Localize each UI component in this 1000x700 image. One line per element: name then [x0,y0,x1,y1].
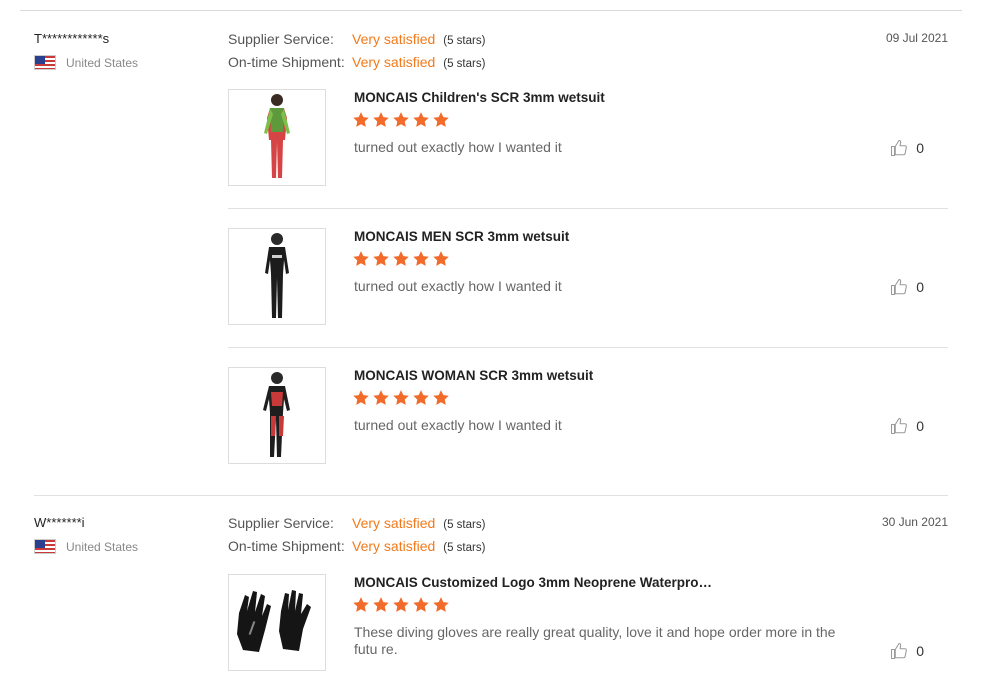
on-time-shipment-label: On-time Shipment: [228,54,345,70]
like-count: 0 [916,418,924,434]
star-icon [353,112,369,127]
like-button[interactable]: 0 [890,642,924,660]
us-flag-icon [34,55,56,70]
item-title[interactable]: MONCAIS WOMAN SCR 3mm wetsuit [354,368,593,383]
star-icon [393,597,409,612]
on-time-shipment-stars: (5 stars) [443,58,486,70]
star-icon [413,390,429,405]
star-icon [373,251,389,266]
on-time-shipment-rating: On-time Shipment: Very satisfied (5 star… [228,538,485,554]
star-icon [413,251,429,266]
star-icon [373,390,389,405]
supplier-service-rating: Supplier Service: Very satisfied (5 star… [228,31,485,47]
star-icon [373,112,389,127]
review-date: 09 Jul 2021 [885,31,948,45]
on-time-shipment-stars: (5 stars) [443,542,486,554]
supplier-service-stars: (5 stars) [443,519,486,531]
star-rating [352,111,450,129]
item-title[interactable]: MONCAIS Customized Logo 3mm Neoprene Wat… [354,575,712,590]
supplier-service-value: Very satisfied [352,515,436,531]
on-time-shipment-label: On-time Shipment: [228,538,345,554]
reviewer-name: T************s [34,31,110,46]
star-icon [373,597,389,612]
star-icon [393,251,409,266]
star-icon [433,251,449,266]
star-icon [413,112,429,127]
like-button[interactable]: 0 [890,417,924,435]
star-icon [353,597,369,612]
country-label: United States [66,539,139,554]
like-count: 0 [916,140,924,156]
thumbs-up-icon [891,278,908,296]
star-icon [393,112,409,127]
star-icon [433,390,449,405]
thumbs-up-icon [891,417,908,435]
country-label: United States [66,55,139,70]
supplier-service-label: Supplier Service: [228,515,334,531]
review-text: These diving gloves are really great qua… [354,624,836,657]
item-divider [228,208,948,209]
star-icon [393,390,409,405]
item-divider [228,347,948,348]
woman-wetsuit-icon[interactable] [228,367,326,464]
child-wetsuit-icon[interactable] [228,89,326,186]
star-rating [352,389,450,407]
star-icon [353,251,369,266]
review-date: 30 Jun 2021 [881,515,948,529]
supplier-service-rating: Supplier Service: Very satisfied (5 star… [228,515,485,531]
top-divider [20,10,962,11]
review-text: turned out exactly how I wanted it [354,139,562,155]
star-icon [353,390,369,405]
like-count: 0 [916,643,924,659]
gloves-icon[interactable] [228,574,326,671]
us-flag-icon [34,539,56,554]
star-icon [433,112,449,127]
supplier-service-stars: (5 stars) [443,35,486,47]
supplier-service-value: Very satisfied [352,31,436,47]
on-time-shipment-value: Very satisfied [352,54,436,70]
thumbs-up-icon [891,642,908,660]
review-text: turned out exactly how I wanted it [354,417,562,433]
reviewer-name: W*******i [34,515,85,530]
on-time-shipment-value: Very satisfied [352,538,436,554]
supplier-service-label: Supplier Service: [228,31,334,47]
reviewer-country: United States [34,55,138,70]
like-button[interactable]: 0 [890,278,924,296]
star-icon [433,597,449,612]
on-time-shipment-rating: On-time Shipment: Very satisfied (5 star… [228,54,485,70]
review-text: turned out exactly how I wanted it [354,278,562,294]
like-count: 0 [916,279,924,295]
men-wetsuit-icon[interactable] [228,228,326,325]
reviewer-country: United States [34,539,138,554]
review-divider [34,495,948,496]
item-title[interactable]: MONCAIS MEN SCR 3mm wetsuit [354,229,569,244]
star-rating [352,596,450,614]
item-title[interactable]: MONCAIS Children's SCR 3mm wetsuit [354,90,605,105]
star-icon [413,597,429,612]
like-button[interactable]: 0 [890,139,924,157]
thumbs-up-icon [891,139,908,157]
star-rating [352,250,450,268]
